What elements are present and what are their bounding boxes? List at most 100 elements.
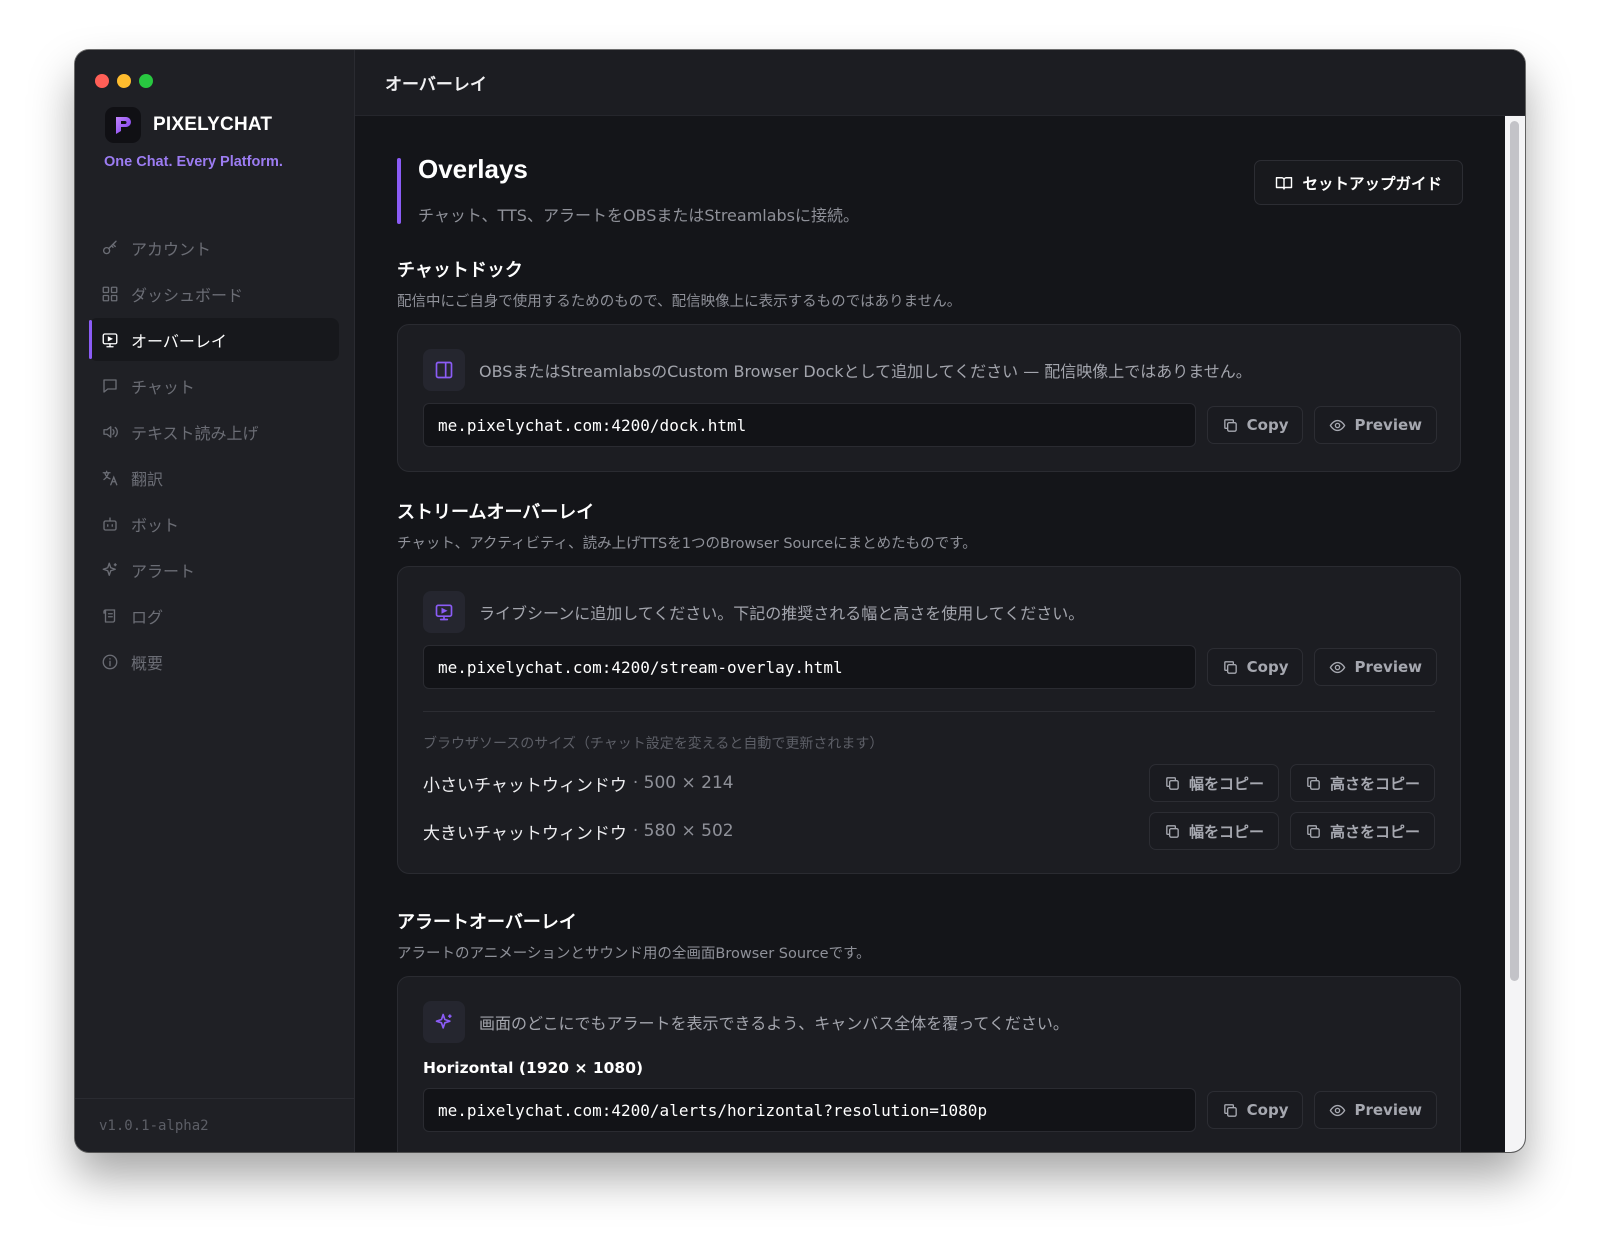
brand-name: PIXELYCHAT xyxy=(153,114,273,135)
horizontal-resolution-label: Horizontal (1920 × 1080) xyxy=(423,1059,644,1077)
sidebar-item-overlay[interactable]: オーバーレイ xyxy=(89,318,339,361)
copy-label: Copy xyxy=(1246,658,1289,676)
sparkle-icon xyxy=(102,562,117,576)
size-dimensions: · 580 × 502 xyxy=(632,821,734,841)
alert-overlay-subtitle: アラートのアニメーションとサウンド用の全画面Browser Sourceです。 xyxy=(397,946,871,962)
alert-overlay-title: アラートオーバーレイ xyxy=(397,912,577,933)
copy-height-label: 高さをコピー xyxy=(1329,822,1420,841)
sidebar-item-alerts[interactable]: アラート xyxy=(89,548,339,591)
stream-overlay-description: ライブシーンに追加してください。下記の推奨される幅と高さを使用してください。 xyxy=(479,604,1085,623)
section-divider xyxy=(423,711,1435,712)
stream-overlay-subtitle: チャット、アクティビティ、読み上げTTSを1つのBrowser Sourceにま… xyxy=(397,536,977,552)
chat-dock-preview-button[interactable]: Preview xyxy=(1314,406,1437,444)
speaker-icon xyxy=(103,425,118,438)
copy-height-label: 高さをコピー xyxy=(1329,774,1420,793)
chat-dock-card-header: OBSまたはStreamlabsのCustom Browser Dockとして追… xyxy=(423,349,1252,391)
copy-icon xyxy=(1223,660,1237,674)
sidebar-item-tts[interactable]: テキスト読み上げ xyxy=(89,410,339,453)
size-row-large: 大きいチャットウィンドウ · 580 × 502 幅をコピー 高さをコピー xyxy=(423,812,1435,850)
setup-guide-button[interactable]: セットアップガイド xyxy=(1254,160,1463,205)
scrollbar-thumb[interactable] xyxy=(1510,121,1519,981)
setup-guide-label: セットアップガイド xyxy=(1302,174,1442,193)
scroll-icon xyxy=(103,608,116,623)
stream-overlay-preview-button[interactable]: Preview xyxy=(1314,648,1437,686)
chat-dock-card: OBSまたはStreamlabsのCustom Browser Dockとして追… xyxy=(397,324,1461,472)
brand-tagline: One Chat. Every Platform. xyxy=(104,154,283,170)
eye-icon xyxy=(1330,661,1346,673)
chat-dock-url-field[interactable]: me.pixelychat.com:4200/dock.html xyxy=(423,403,1196,447)
sidebar-item-label: テキスト読み上げ xyxy=(131,423,259,443)
sidebar-item-account[interactable]: アカウント xyxy=(89,226,339,269)
page-topbar-title: オーバーレイ xyxy=(355,50,1525,116)
chat-dock-copy-button[interactable]: Copy xyxy=(1206,406,1304,444)
alert-overlay-url-row: me.pixelychat.com:4200/alerts/horizontal… xyxy=(423,1088,1437,1132)
browser-source-size-label: ブラウザソースのサイズ（チャット設定を変えると自動で更新されます） xyxy=(423,736,884,752)
copy-icon xyxy=(1166,776,1179,790)
monitor-icon xyxy=(102,332,118,347)
app-version: v1.0.1-alpha2 xyxy=(75,1098,354,1152)
scroll-content[interactable]: Overlays チャット、TTS、アラートをOBSまたはStreamlabsに… xyxy=(355,116,1505,1152)
sidebar-item-dashboard[interactable]: ダッシュボード xyxy=(89,272,339,315)
minimize-window-button[interactable] xyxy=(117,74,131,88)
copy-icon xyxy=(1307,776,1320,790)
chat-dock-url-row: me.pixelychat.com:4200/dock.html Copy Pr… xyxy=(423,403,1437,447)
zoom-window-button[interactable] xyxy=(139,74,153,88)
stream-overlay-card: ライブシーンに追加してください。下記の推奨される幅と高さを使用してください。 m… xyxy=(397,566,1461,874)
preview-label: Preview xyxy=(1354,1101,1422,1119)
close-window-button[interactable] xyxy=(95,74,109,88)
page-subtitle: チャット、TTS、アラートをOBSまたはStreamlabsに接続。 xyxy=(418,206,860,225)
eye-icon xyxy=(1330,1104,1346,1116)
size-dimensions: · 500 × 214 xyxy=(632,773,734,793)
stream-overlay-title: ストリームオーバーレイ xyxy=(397,502,595,523)
alert-overlay-description: 画面のどこにでもアラートを表示できるよう、キャンバス全体を覆ってください。 xyxy=(479,1014,1069,1033)
copy-icon xyxy=(1223,1103,1237,1117)
sidebar-item-label: アラート xyxy=(131,561,196,581)
header-accent-bar xyxy=(397,158,401,224)
preview-label: Preview xyxy=(1354,416,1422,434)
sidebar-item-label: ダッシュボード xyxy=(131,285,244,305)
alert-overlay-url-field[interactable]: me.pixelychat.com:4200/alerts/horizontal… xyxy=(423,1088,1196,1132)
sidebar-item-about[interactable]: 概要 xyxy=(89,640,339,683)
grid-icon xyxy=(102,286,118,301)
copy-icon xyxy=(1307,824,1320,838)
chat-dock-title: チャットドック xyxy=(397,260,523,281)
sidebar-item-label: アカウント xyxy=(131,239,212,259)
dock-panel-icon xyxy=(423,349,465,391)
main-panel: オーバーレイ Overlays チャット、TTS、アラートをOBSまたはStre… xyxy=(355,50,1525,1152)
page-title: Overlays xyxy=(418,154,528,184)
copy-height-button[interactable]: 高さをコピー xyxy=(1289,764,1435,802)
sidebar-item-bot[interactable]: ボット xyxy=(89,502,339,545)
alert-overlay-copy-button[interactable]: Copy xyxy=(1206,1091,1304,1129)
brand: PIXELYCHAT xyxy=(105,107,272,143)
translate-icon xyxy=(102,470,118,485)
copy-width-label: 幅をコピー xyxy=(1188,774,1264,793)
alert-overlay-preview-button[interactable]: Preview xyxy=(1314,1091,1437,1129)
sidebar-nav: アカウント ダッシュボード オーバーレイ チャット テキスト読み上げ 翻訳 ボッ… xyxy=(89,226,339,686)
copy-icon xyxy=(1166,824,1179,838)
sidebar-item-label: ボット xyxy=(131,515,180,535)
vertical-scrollbar[interactable] xyxy=(1505,116,1525,1152)
copy-height-button[interactable]: 高さをコピー xyxy=(1289,812,1435,850)
sidebar-item-label: チャット xyxy=(131,377,195,397)
bot-icon xyxy=(103,516,117,531)
app-window: PIXELYCHAT One Chat. Every Platform. アカウ… xyxy=(75,50,1525,1152)
sidebar-item-logs[interactable]: ログ xyxy=(89,594,339,637)
window-controls xyxy=(95,74,153,88)
chat-dock-description: OBSまたはStreamlabsのCustom Browser Dockとして追… xyxy=(479,362,1252,381)
stream-overlay-copy-button[interactable]: Copy xyxy=(1206,648,1304,686)
sidebar-item-label: 概要 xyxy=(131,653,164,673)
copy-width-button[interactable]: 幅をコピー xyxy=(1148,812,1279,850)
book-icon xyxy=(1276,176,1293,190)
sidebar-item-label: ログ xyxy=(131,607,164,627)
stream-overlay-url-field[interactable]: me.pixelychat.com:4200/stream-overlay.ht… xyxy=(423,645,1196,689)
sidebar-item-translate[interactable]: 翻訳 xyxy=(89,456,339,499)
chat-bubble-icon xyxy=(103,378,117,393)
sidebar-item-label: オーバーレイ xyxy=(131,331,227,351)
size-name: 小さいチャットウィンドウ xyxy=(423,775,627,796)
sidebar-item-label: 翻訳 xyxy=(131,469,164,489)
copy-width-button[interactable]: 幅をコピー xyxy=(1148,764,1279,802)
sidebar-item-chat[interactable]: チャット xyxy=(89,364,339,407)
copy-width-label: 幅をコピー xyxy=(1188,822,1264,841)
stream-overlay-url-row: me.pixelychat.com:4200/stream-overlay.ht… xyxy=(423,645,1437,689)
copy-label: Copy xyxy=(1246,1101,1289,1119)
